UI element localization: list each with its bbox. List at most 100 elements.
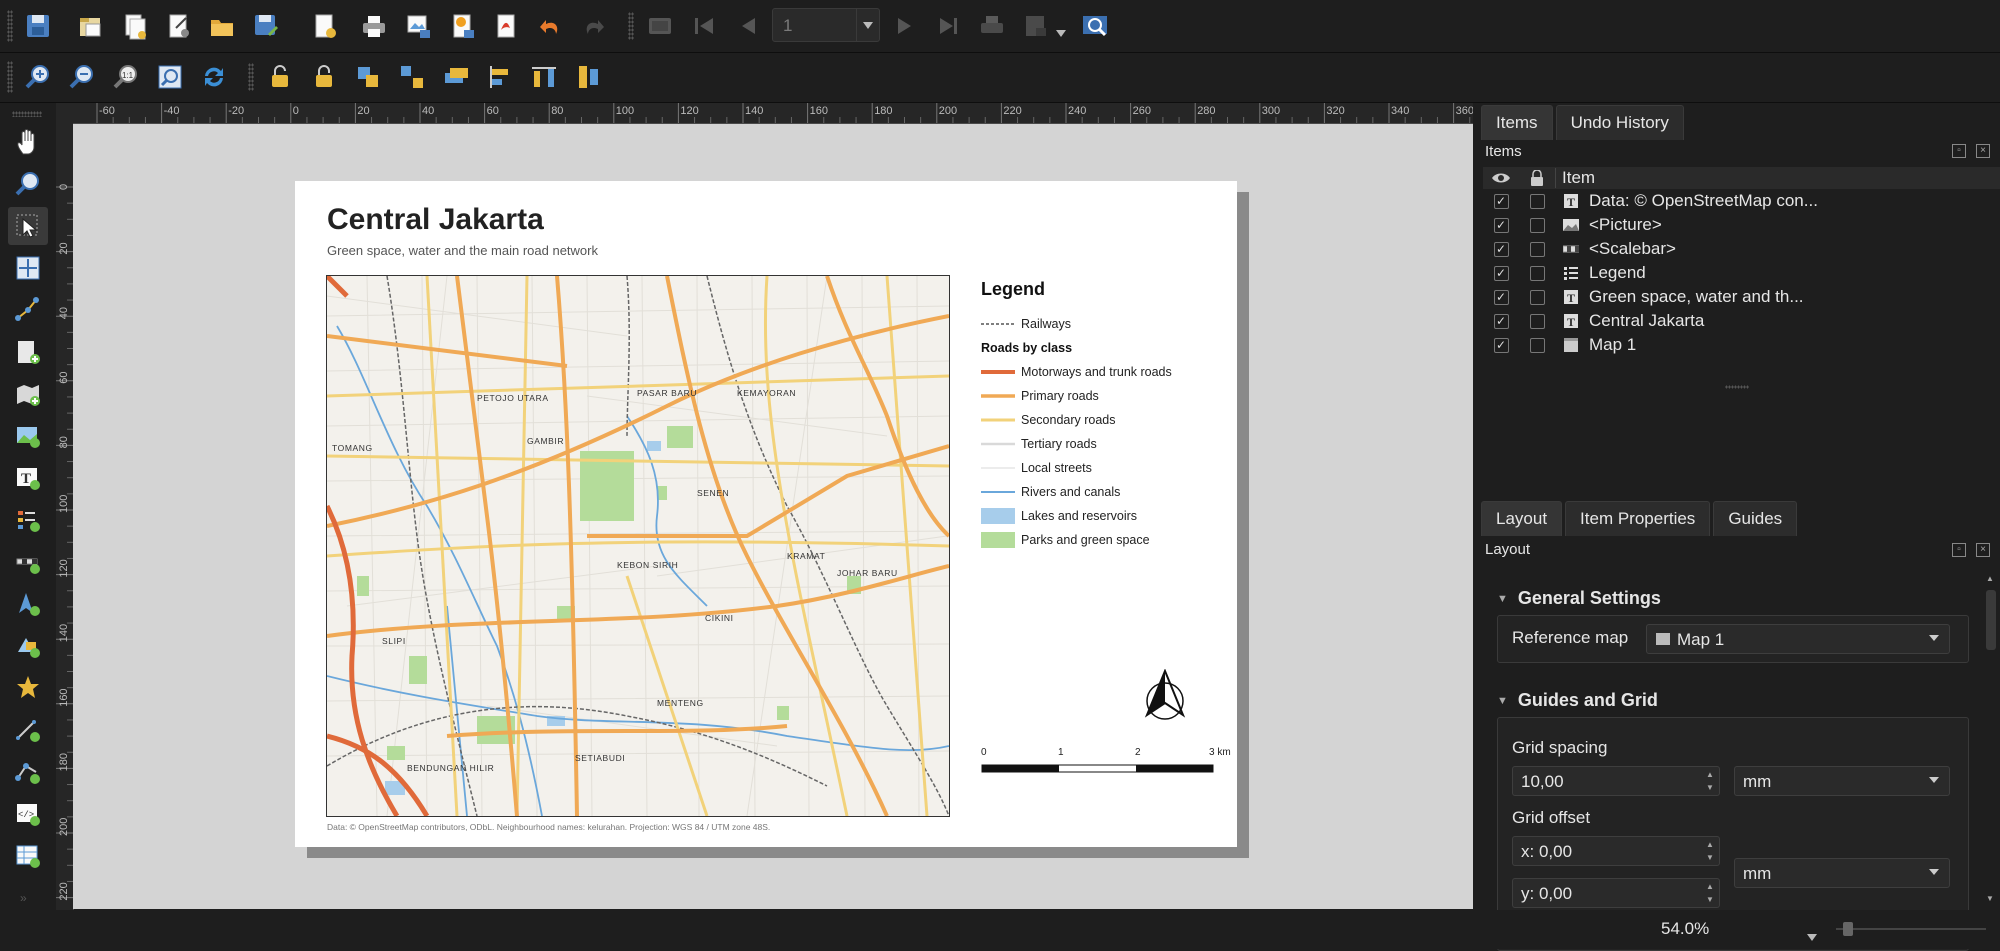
zoom-slider-track[interactable] [1836,928,1986,930]
lock-checkbox[interactable] [1529,337,1545,353]
north-arrow-icon[interactable] [1143,668,1187,726]
zoom-100-icon[interactable]: 1:1 [108,59,144,95]
layout-canvas[interactable]: Central Jakarta Green space, water and t… [73,124,1473,909]
tab-guides[interactable]: Guides [1713,501,1798,536]
resize-items-icon[interactable] [570,59,606,95]
add-attribute-table-icon[interactable] [8,837,48,875]
close-icon[interactable]: × [1976,543,1990,557]
atlas-preview-icon[interactable] [642,8,678,44]
add-legend-icon[interactable] [8,501,48,539]
panel-splitter[interactable] [1475,385,2000,391]
edit-nodes-icon[interactable] [8,291,48,329]
save-icon[interactable] [20,8,56,44]
add-marker-icon[interactable] [8,669,48,707]
add-north-arrow-icon[interactable] [8,585,48,623]
export-image-icon[interactable] [400,8,436,44]
select-tool-icon[interactable] [8,207,48,245]
visibility-checkbox[interactable]: ✓ [1493,241,1509,257]
add-pages-icon[interactable] [306,8,342,44]
spinner-arrows-icon[interactable]: ▲ ▼ [1703,838,1717,864]
add-shape-icon[interactable] [8,627,48,665]
group-items-icon[interactable] [350,59,386,95]
scrollbar-thumb[interactable] [1986,590,1996,650]
scroll-up-icon[interactable]: ▲ [1986,574,1994,583]
spinner-arrows-icon[interactable]: ▲ ▼ [1703,768,1717,794]
lock-checkbox[interactable] [1529,193,1545,209]
guides-grid-header[interactable]: ▼ Guides and Grid [1497,690,1658,711]
toolbar-grip[interactable] [248,63,254,91]
visibility-checkbox[interactable]: ✓ [1493,193,1509,209]
scalebar-item[interactable]: 0 1 2 3 km [981,747,1231,780]
export-pdf-icon[interactable] [488,8,524,44]
grid-offset-y-input[interactable]: y: 0,00 ▲ ▼ [1512,878,1720,908]
map-item[interactable]: PETOJO UTARA PASAR BARU KEMAYORAN TOMANG… [326,275,950,817]
add-polyline-icon[interactable] [8,711,48,749]
zoom-combo[interactable]: 54.0% [1655,916,1825,944]
add-page-icon[interactable] [8,333,48,371]
visibility-checkbox[interactable]: ✓ [1493,313,1509,329]
zoom-slider-handle[interactable] [1843,922,1853,936]
tab-items[interactable]: Items [1481,105,1553,140]
add-scalebar-icon[interactable] [8,543,48,581]
visibility-checkbox[interactable]: ✓ [1493,289,1509,305]
grid-offset-unit-combo[interactable]: mm [1734,858,1950,888]
spinner-arrows-icon[interactable]: ▲ ▼ [1703,880,1717,906]
grid-offset-x-input[interactable]: x: 0,00 ▲ ▼ [1512,836,1720,866]
page-title[interactable]: Central Jakarta [327,203,544,237]
page-footer[interactable]: Data: © OpenStreetMap contributors, ODbL… [327,822,770,832]
duplicate-layout-icon[interactable] [116,8,152,44]
visibility-checkbox[interactable]: ✓ [1493,337,1509,353]
tab-layout[interactable]: Layout [1481,501,1563,536]
lock-checkbox[interactable] [1529,313,1545,329]
toolbox-grip[interactable] [12,111,42,117]
visibility-checkbox[interactable]: ✓ [1493,265,1509,281]
item-row[interactable]: ✓ T Green space, water and th... [1483,285,2000,309]
export-atlas-icon[interactable] [1018,8,1054,44]
zoom-full-icon[interactable] [152,59,188,95]
toolbar-grip[interactable] [7,10,13,42]
item-row[interactable]: ✓ <Scalebar> [1483,237,2000,261]
scroll-down-icon[interactable]: ▼ [1986,894,1994,903]
item-row[interactable]: ✓ Map 1 [1483,333,2000,357]
previous-feature-icon[interactable] [730,8,766,44]
general-settings-header[interactable]: ▼ General Settings [1497,588,1661,609]
undo-icon[interactable] [532,8,568,44]
chevron-down-icon[interactable] [856,9,879,41]
first-feature-icon[interactable] [686,8,722,44]
page-subtitle[interactable]: Green space, water and the main road net… [327,243,598,258]
ungroup-items-icon[interactable] [394,59,430,95]
item-row[interactable]: ✓ T Central Jakarta [1483,309,2000,333]
zoom-out-icon[interactable] [64,59,100,95]
print-icon[interactable] [356,8,392,44]
next-feature-icon[interactable] [886,8,922,44]
toolbox-overflow-icon[interactable]: » [20,891,27,905]
chevron-down-icon[interactable] [1056,24,1066,42]
add-label-icon[interactable]: T [8,459,48,497]
redo-icon[interactable] [576,8,612,44]
tab-item-properties[interactable]: Item Properties [1565,501,1711,536]
distribute-items-icon[interactable] [526,59,562,95]
lock-checkbox[interactable] [1529,241,1545,257]
add-picture-icon[interactable] [8,417,48,455]
zoom-in-icon[interactable] [20,59,56,95]
reference-map-combo[interactable]: Map 1 [1646,624,1950,654]
align-items-icon[interactable] [482,59,518,95]
float-panel-icon[interactable]: ▫ [1952,543,1966,557]
print-atlas-icon[interactable] [974,8,1010,44]
grid-spacing-unit-combo[interactable]: mm [1734,766,1950,796]
pan-icon[interactable] [8,123,48,161]
layout-page[interactable]: Central Jakarta Green space, water and t… [295,181,1237,847]
chevron-down-icon[interactable] [1807,926,1817,946]
raise-items-icon[interactable] [438,59,474,95]
tab-undo-history[interactable]: Undo History [1555,105,1684,140]
lock-items-icon[interactable] [262,59,298,95]
atlas-page-combo[interactable]: 1 [772,8,880,42]
save-as-template-icon[interactable] [248,8,284,44]
toolbar-grip[interactable] [628,12,634,40]
export-svg-icon[interactable] [444,8,480,44]
legend-item[interactable]: Legend Railways Roads by class Motorways… [981,279,1231,552]
lock-checkbox[interactable] [1529,265,1545,281]
layout-manager-icon[interactable] [160,8,196,44]
add-node-item-icon[interactable] [8,753,48,791]
zoom-tool-icon[interactable] [8,165,48,203]
